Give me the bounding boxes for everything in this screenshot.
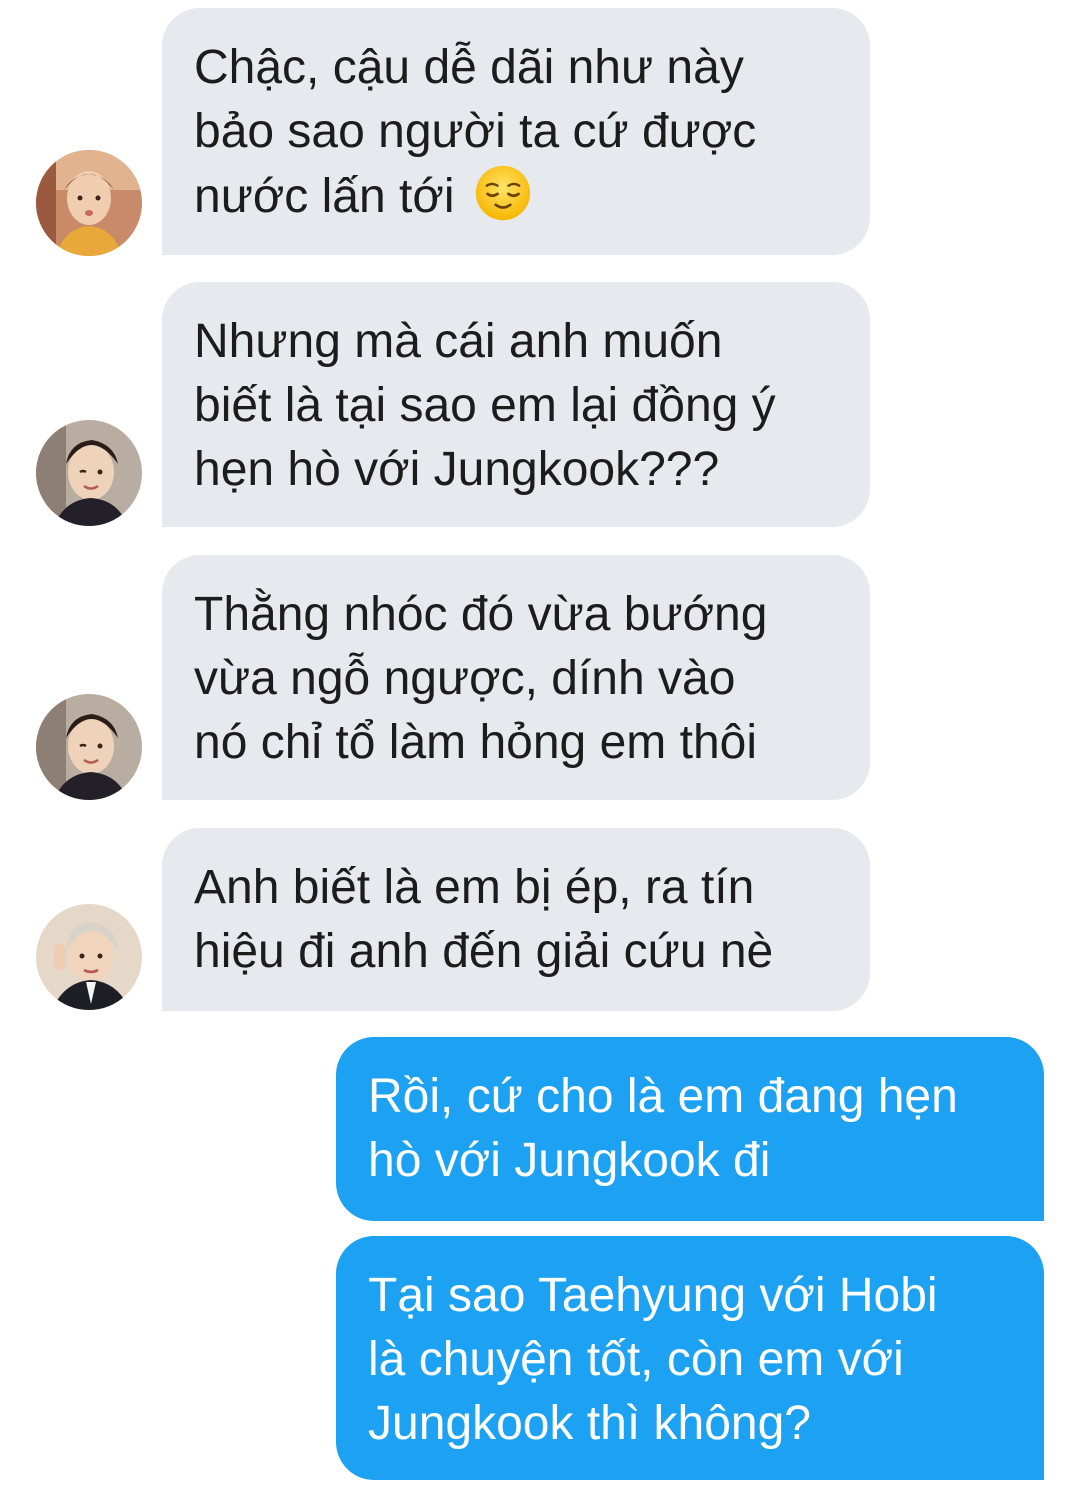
message-text: Nhưng mà cái anh muốn biết là tại sao em… bbox=[194, 315, 776, 496]
avatar[interactable] bbox=[36, 694, 142, 800]
avatar[interactable] bbox=[36, 904, 142, 1010]
message-text: Anh biết là em bị ép, ra tín hiệu đi anh… bbox=[194, 861, 774, 978]
message-text: Thằng nhóc đó vừa bướng vừa ngỗ ngược, d… bbox=[194, 588, 768, 769]
message-bubble[interactable]: Anh biết là em bị ép, ra tín hiệu đi anh… bbox=[162, 828, 870, 1011]
avatar[interactable] bbox=[36, 150, 142, 256]
avatar[interactable] bbox=[36, 420, 142, 526]
message-bubble[interactable]: Chậc, cậu dễ dãi như này bảo sao người t… bbox=[162, 8, 870, 255]
message-bubble[interactable]: Thằng nhóc đó vừa bướng vừa ngỗ ngược, d… bbox=[162, 555, 870, 800]
message-bubble[interactable]: Tại sao Taehyung với Hobi là chuyện tốt,… bbox=[336, 1236, 1044, 1480]
relieved-face-emoji bbox=[475, 165, 531, 221]
message-bubble[interactable]: Rồi, cứ cho là em đang hẹn hò với Jungko… bbox=[336, 1037, 1044, 1221]
message-bubble[interactable]: Nhưng mà cái anh muốn biết là tại sao em… bbox=[162, 282, 870, 527]
message-text: Rồi, cứ cho là em đang hẹn hò với Jungko… bbox=[368, 1070, 958, 1187]
message-text: Tại sao Taehyung với Hobi là chuyện tốt,… bbox=[368, 1269, 938, 1450]
